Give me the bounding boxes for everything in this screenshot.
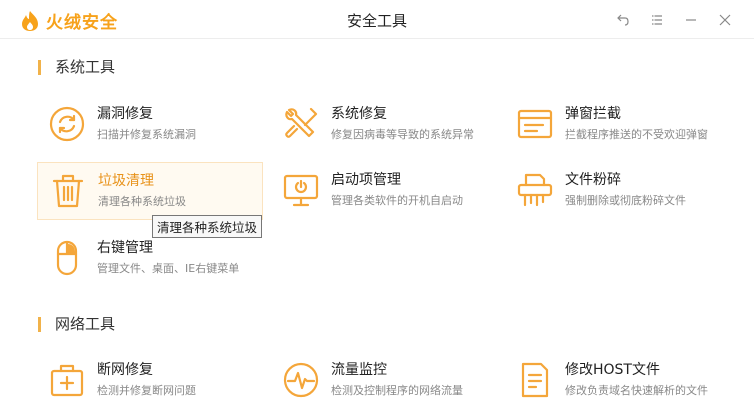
minimize-button[interactable]: [674, 10, 708, 30]
back-button[interactable]: [606, 10, 640, 30]
section-title-system-tools: 系统工具: [38, 60, 115, 75]
tool-desc: 管理各类软件的开机自启动: [331, 194, 463, 207]
tool-desc: 强制删除或彻底粉碎文件: [565, 194, 686, 207]
document-icon: [521, 362, 549, 398]
close-icon: [719, 14, 731, 26]
section-title-network-tools: 网络工具: [38, 317, 115, 332]
tooltip: 清理各种系统垃圾: [152, 215, 263, 238]
window-block-icon: [517, 109, 553, 139]
title-bar: 火绒安全 安全工具: [0, 0, 754, 39]
menu-icon: [652, 15, 662, 25]
medkit-icon: [50, 364, 84, 397]
tool-desc: 修复因病毒等导致的系统异常: [331, 128, 474, 141]
tool-file-shred[interactable]: 文件粉碎 强制删除或彻底粉碎文件: [505, 162, 729, 218]
tool-name: 系统修复: [331, 106, 387, 122]
wrench-screwdriver-icon: [285, 107, 318, 138]
tool-desc: 管理文件、桌面、IE右键菜单: [97, 262, 240, 275]
tool-startup-manager[interactable]: 启动项管理 管理各类软件的开机自启动: [271, 162, 495, 218]
tool-name: 弹窗拦截: [565, 106, 621, 122]
tool-name: 文件粉碎: [565, 172, 621, 188]
tool-name: 漏洞修复: [97, 106, 153, 122]
refresh-shield-icon: [49, 106, 85, 142]
tool-desc: 检测并修复断网问题: [97, 384, 196, 397]
tool-bug-fix[interactable]: 漏洞修复 扫描并修复系统漏洞: [37, 96, 261, 152]
shredder-icon: [517, 173, 553, 207]
tool-desc: 拦截程序推送的不受欢迎弹窗: [565, 128, 708, 141]
menu-button[interactable]: [640, 10, 674, 30]
tool-desc: 清理各种系统垃圾: [98, 195, 186, 208]
tool-name: 垃圾清理: [98, 173, 154, 189]
tool-desc: 检测及控制程序的网络流量: [331, 384, 463, 397]
window-controls: [606, 10, 742, 30]
mouse-icon: [56, 240, 78, 276]
tool-desc: 扫描并修复系统漏洞: [97, 128, 196, 141]
tool-name: 断网修复: [97, 362, 153, 378]
minimize-icon: [686, 19, 696, 21]
tool-junk-clean[interactable]: 垃圾清理 清理各种系统垃圾: [37, 162, 263, 220]
tool-name: 流量监控: [331, 362, 387, 378]
tool-name: 启动项管理: [331, 172, 401, 188]
tool-popup-block[interactable]: 弹窗拦截 拦截程序推送的不受欢迎弹窗: [505, 96, 729, 152]
close-button[interactable]: [708, 10, 742, 30]
back-arrow-icon: [617, 14, 629, 26]
trash-can-icon: [52, 174, 84, 208]
tool-name: 修改HOST文件: [565, 362, 660, 378]
pulse-monitor-icon: [283, 362, 319, 398]
tool-desc: 修改负责域名快速解析的文件: [565, 384, 708, 397]
tool-context-menu[interactable]: 右键管理 管理文件、桌面、IE右键菜单: [37, 230, 261, 286]
tool-name: 右键管理: [97, 240, 153, 256]
monitor-power-icon: [283, 174, 319, 207]
tool-system-repair[interactable]: 系统修复 修复因病毒等导致的系统异常: [271, 96, 495, 152]
